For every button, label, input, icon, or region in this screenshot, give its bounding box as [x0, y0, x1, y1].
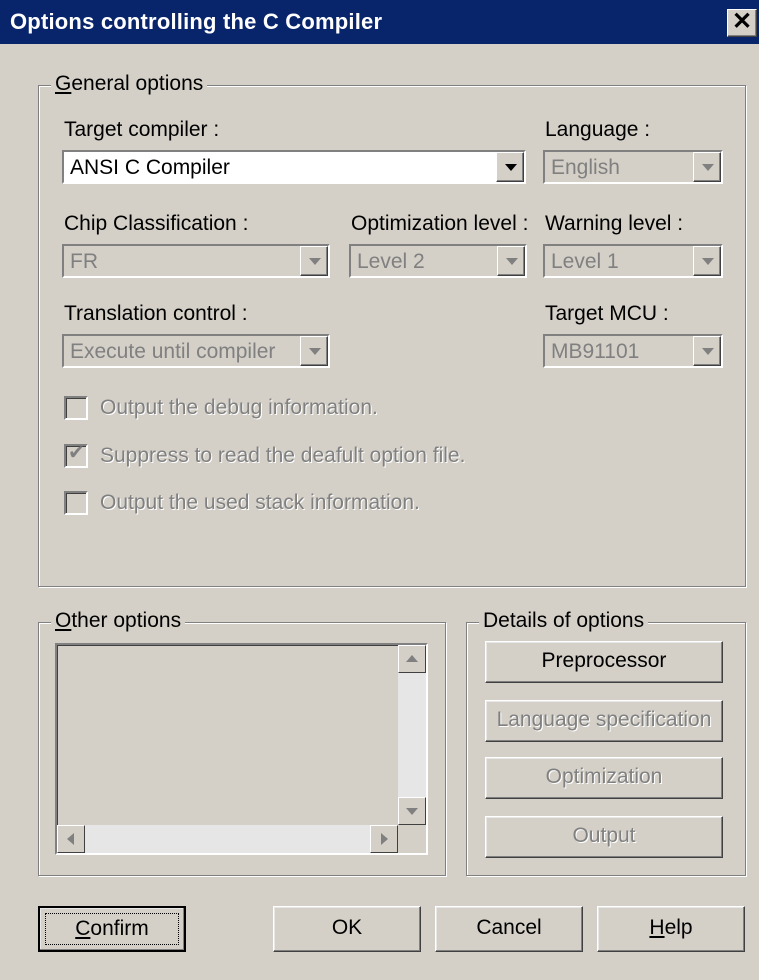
chevron-down-icon: [309, 348, 321, 355]
chevron-down-icon: [702, 258, 714, 265]
chevron-down-icon: [506, 258, 518, 265]
horizontal-scrollbar[interactable]: [57, 825, 398, 853]
debug-info-checkbox[interactable]: [64, 396, 88, 420]
help-button[interactable]: Help: [597, 906, 745, 952]
scroll-right-icon: [381, 833, 388, 845]
close-button[interactable]: ✕: [727, 9, 757, 37]
scroll-left-button[interactable]: [57, 825, 85, 853]
debug-info-label: Output the debug information.: [100, 396, 378, 419]
suppress-default-option-checkbox[interactable]: ✔: [64, 440, 88, 468]
stack-info-label: Output the used stack information.: [100, 491, 420, 514]
scroll-down-icon: [406, 808, 418, 815]
warning-level-dropdown-button[interactable]: [693, 246, 721, 276]
optimization-level-label: Optimization level :: [351, 212, 529, 235]
other-options-legend: Other options: [51, 609, 186, 633]
output-button[interactable]: Output: [485, 816, 723, 858]
scroll-up-icon: [406, 655, 418, 662]
translation-control-label: Translation control :: [64, 302, 248, 325]
target-mcu-label: Target MCU :: [545, 302, 669, 325]
target-mcu-dropdown-button[interactable]: [693, 336, 721, 366]
language-specification-button[interactable]: Language specification: [485, 700, 723, 742]
translation-control-value: Execute until compiler: [70, 340, 276, 363]
close-icon: ✕: [731, 8, 753, 35]
scroll-left-icon: [67, 833, 74, 845]
scroll-right-button[interactable]: [370, 825, 398, 853]
optimization-button[interactable]: Optimization: [485, 757, 723, 799]
chip-classification-value: FR: [70, 250, 98, 273]
translation-control-dropdown-button[interactable]: [300, 336, 328, 366]
chevron-down-icon: [309, 258, 321, 265]
target-compiler-value: ANSI C Compiler: [70, 156, 230, 179]
language-label: Language :: [545, 118, 651, 141]
optimization-level-dropdown-button[interactable]: [497, 246, 525, 276]
cancel-button[interactable]: Cancel: [435, 906, 583, 952]
target-compiler-dropdown-button[interactable]: [496, 152, 524, 182]
language-select[interactable]: English: [543, 150, 723, 184]
chevron-down-icon: [505, 164, 517, 171]
confirm-button[interactable]: Confirm: [38, 906, 186, 952]
target-mcu-value: MB91101: [551, 340, 640, 363]
warning-level-select[interactable]: Level 1: [543, 244, 723, 278]
chip-classification-select[interactable]: FR: [62, 244, 330, 278]
language-value: English: [551, 156, 620, 179]
general-options-legend: General options: [51, 72, 208, 96]
target-compiler-select[interactable]: ANSI C Compiler: [62, 150, 526, 184]
ok-button[interactable]: OK: [273, 906, 421, 952]
target-compiler-label: Target compiler :: [64, 118, 220, 141]
warning-level-value: Level 1: [551, 250, 619, 273]
suppress-default-option-label: Suppress to read the deafult option file…: [100, 444, 466, 467]
checkmark-icon: ✔: [68, 440, 85, 464]
optimization-level-value: Level 2: [357, 250, 425, 273]
title-bar: Options controlling the C Compiler ✕: [0, 0, 759, 44]
window-title: Options controlling the C Compiler: [10, 9, 383, 34]
chip-classification-dropdown-button[interactable]: [300, 246, 328, 276]
target-mcu-select[interactable]: MB91101: [543, 334, 723, 368]
chevron-down-icon: [702, 348, 714, 355]
preprocessor-button[interactable]: Preprocessor: [485, 641, 723, 683]
translation-control-select[interactable]: Execute until compiler: [62, 334, 330, 368]
stack-info-checkbox[interactable]: [64, 491, 88, 515]
other-options-textarea[interactable]: [55, 643, 428, 855]
chip-classification-label: Chip Classification :: [64, 212, 249, 235]
scroll-down-button[interactable]: [398, 797, 426, 825]
focus-rectangle: [45, 913, 179, 945]
language-dropdown-button[interactable]: [693, 152, 721, 182]
details-options-legend: Details of options: [479, 609, 649, 633]
optimization-level-select[interactable]: Level 2: [349, 244, 527, 278]
warning-level-label: Warning level :: [545, 212, 684, 235]
scroll-up-button[interactable]: [398, 645, 426, 673]
chevron-down-icon: [702, 164, 714, 171]
